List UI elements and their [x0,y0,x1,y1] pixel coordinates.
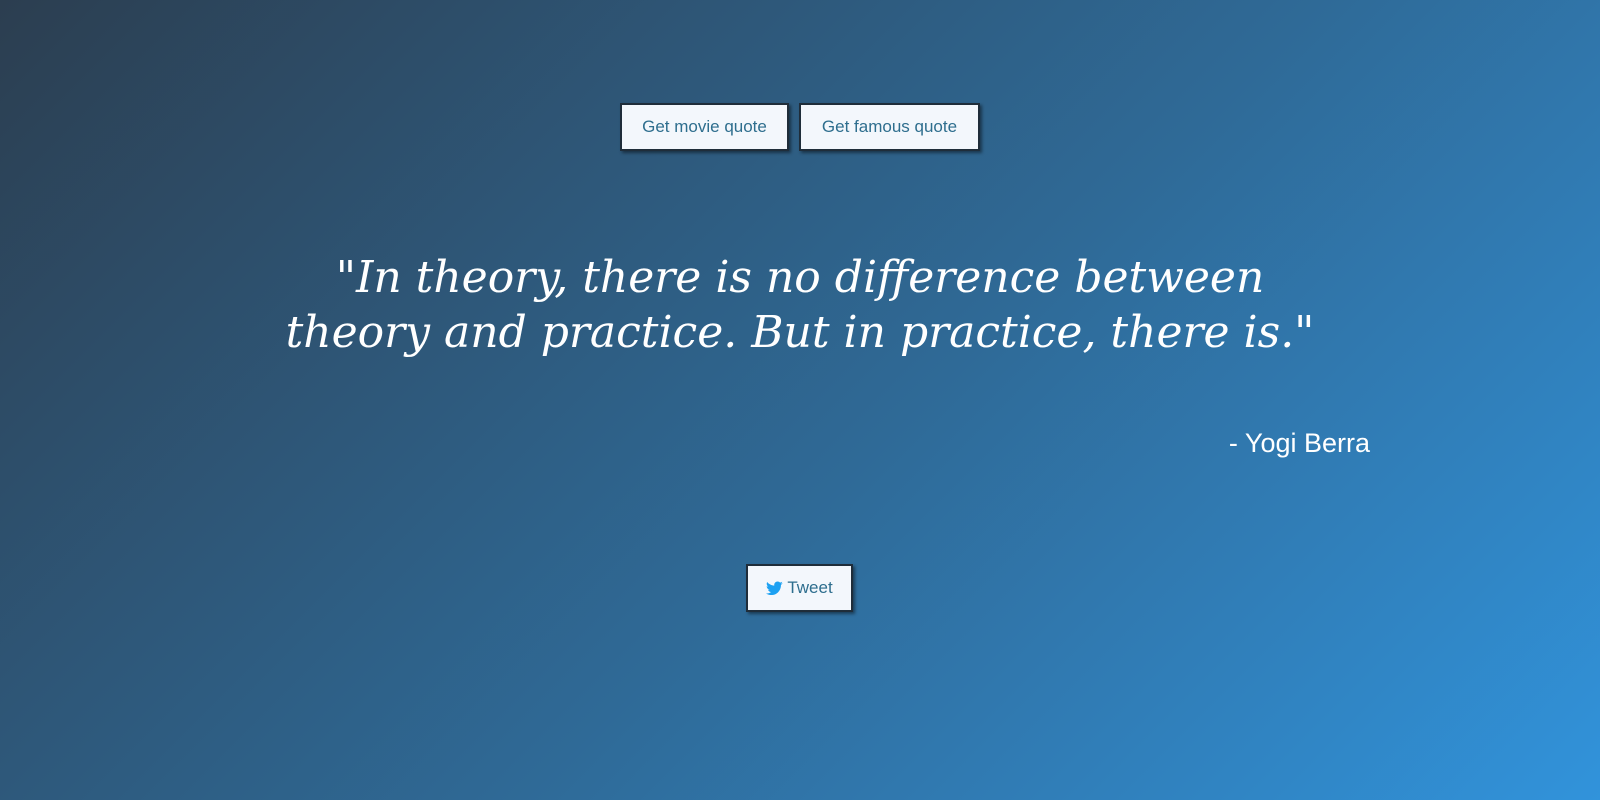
twitter-bird-icon [766,580,784,595]
quote-author: - Yogi Berra [1228,428,1370,458]
tweet-label: Tweet [787,578,833,597]
get-famous-quote-button[interactable]: Get famous quote [799,103,980,151]
get-movie-quote-button[interactable]: Get movie quote [620,103,789,151]
quote-text: "In theory, there is no difference betwe… [285,252,1315,358]
tweet-button-content: Tweet [766,578,833,598]
tweet-button[interactable]: Tweet [746,564,853,612]
